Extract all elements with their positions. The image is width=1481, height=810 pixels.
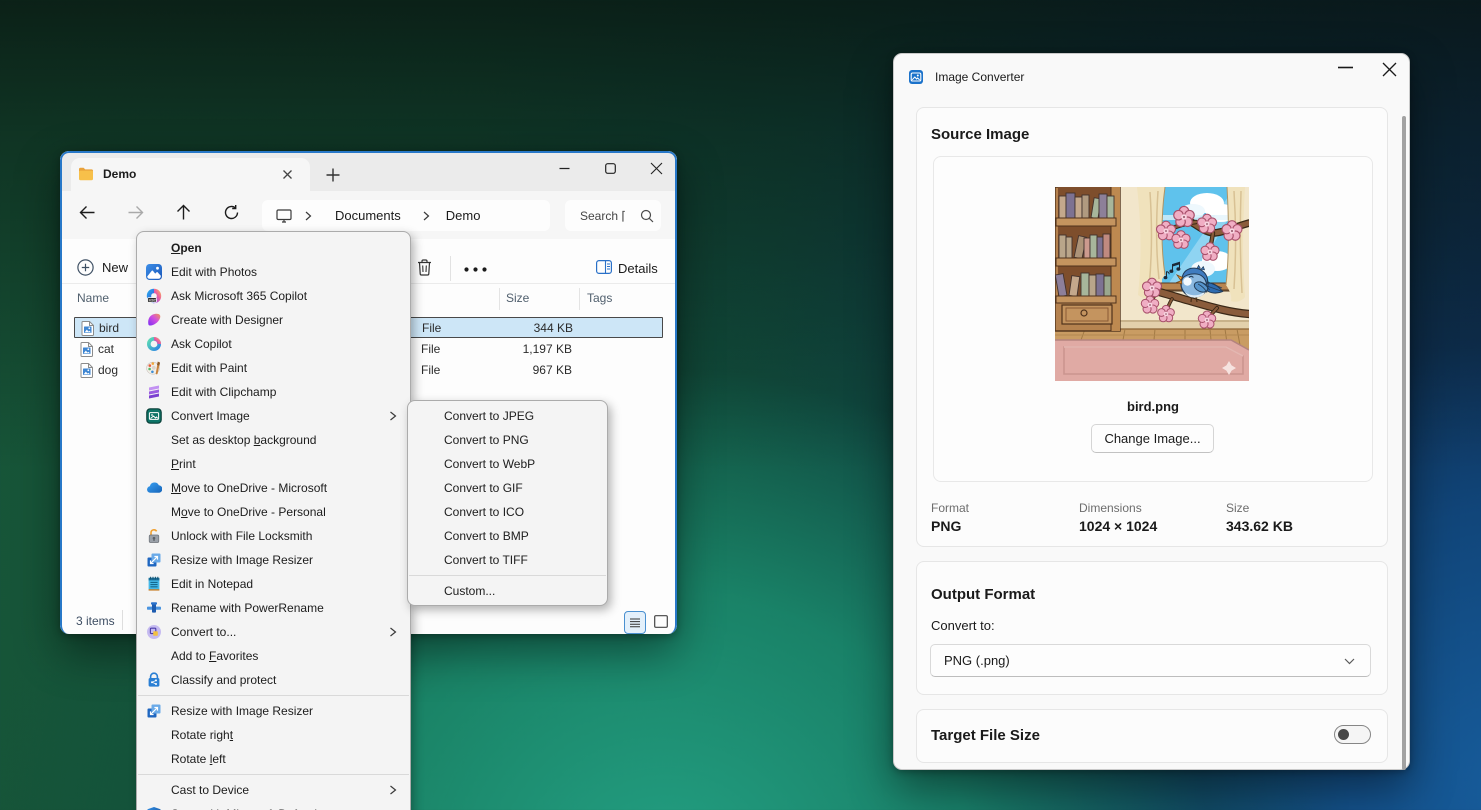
- svg-text:M365: M365: [149, 298, 158, 302]
